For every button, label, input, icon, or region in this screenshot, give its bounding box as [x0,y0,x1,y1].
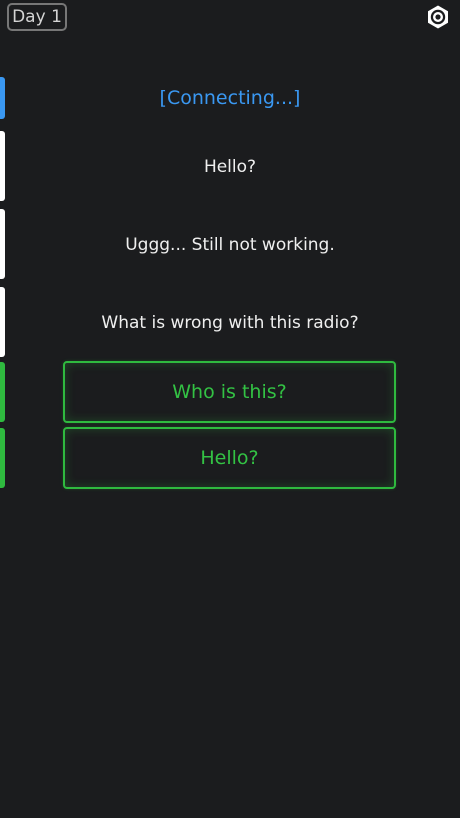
message-2: Uggg... Still not working. [125,235,335,255]
settings-button[interactable] [425,4,451,30]
choice-button-who-is-this[interactable]: Who is this? [63,361,396,423]
gear-icon [428,5,448,29]
history-marker-choice [0,428,5,488]
message-1: Hello? [203,157,257,177]
choice-button-hello[interactable]: Hello? [63,427,396,489]
history-marker-choice [0,362,5,422]
message-3: What is wrong with this radio? [101,313,359,333]
day-indicator: Day 1 [7,3,67,31]
system-message-connecting: [Connecting...] [159,87,301,109]
